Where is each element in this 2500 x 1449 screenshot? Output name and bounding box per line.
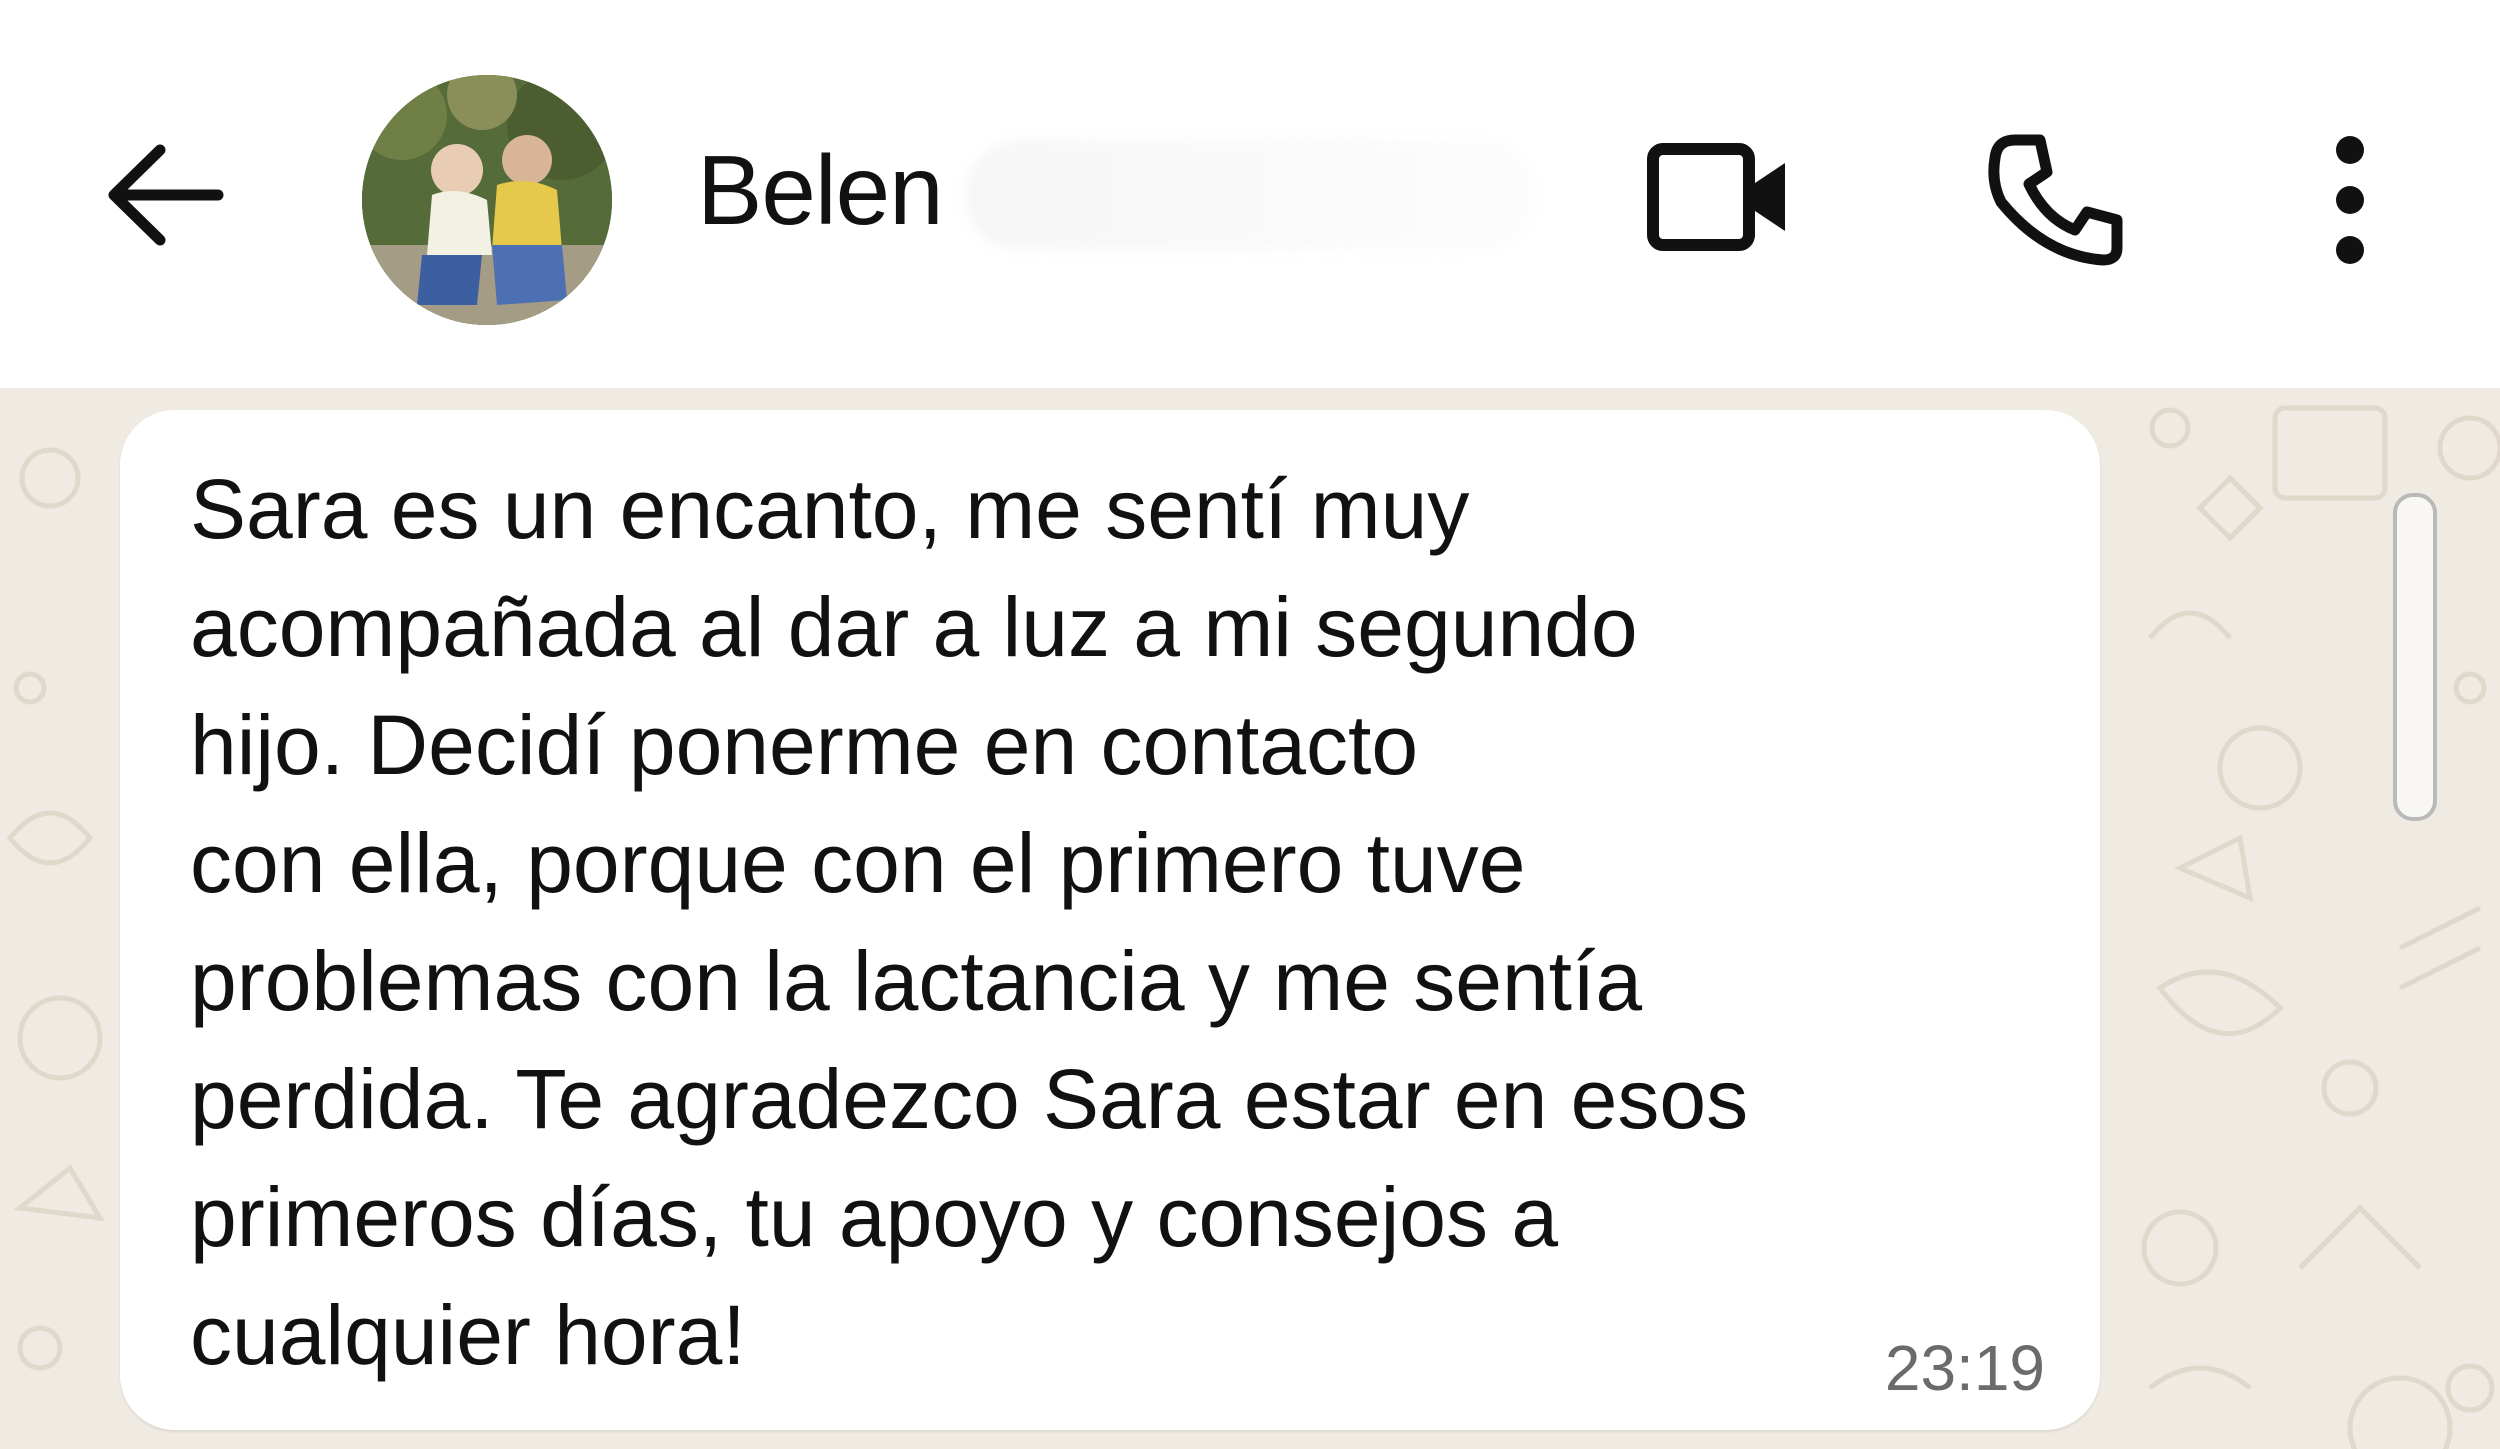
contact-name[interactable]: Belen (697, 130, 944, 250)
message-bubble[interactable]: Sara es un encanto, me sentí muy acompañ… (120, 410, 2100, 1430)
chat-header: Belen (0, 0, 2500, 388)
phone-icon (1988, 134, 2123, 266)
message-text: Sara es un encanto, me sentí muy acompañ… (190, 462, 1749, 1382)
voice-call-button[interactable] (1985, 130, 2125, 270)
contact-avatar[interactable] (362, 75, 612, 325)
more-options-button[interactable] (2310, 130, 2390, 270)
avatar-photo (362, 75, 612, 325)
video-camera-icon (1647, 143, 1785, 251)
back-arrow-icon (108, 144, 224, 246)
back-button[interactable] (100, 130, 230, 260)
redacted-surname (965, 140, 1535, 250)
more-vertical-icon (2336, 136, 2364, 264)
chat-area[interactable]: Sara es un encanto, me sentí muy acompañ… (0, 388, 2500, 1449)
message-timestamp: 23:19 (1884, 1332, 2045, 1404)
video-call-button[interactable] (1645, 135, 1795, 265)
scrollbar[interactable] (2393, 493, 2437, 821)
